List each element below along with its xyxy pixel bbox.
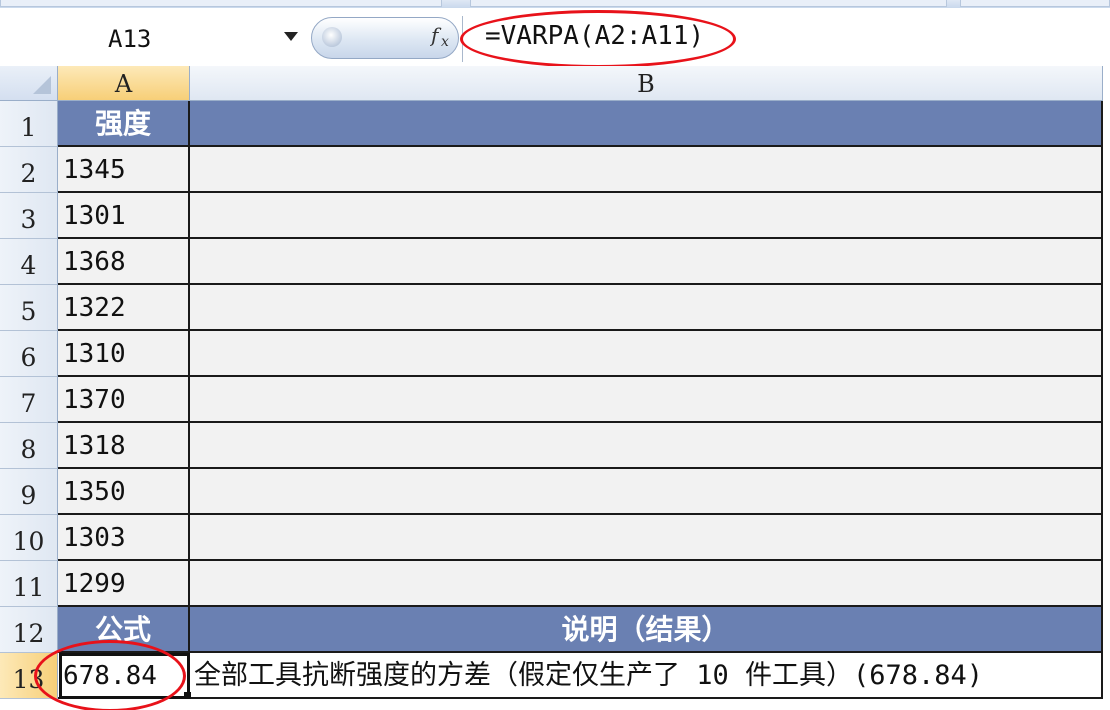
cell-a13[interactable]: 678.84 <box>58 653 190 699</box>
cell-b9[interactable] <box>190 469 1103 515</box>
formula-controls: f x <box>311 17 459 59</box>
insert-function-icon[interactable]: f x <box>429 22 456 56</box>
name-box[interactable]: A13 <box>0 16 305 62</box>
cell-a8[interactable]: 1318 <box>58 423 190 469</box>
cell-a9[interactable]: 1350 <box>58 469 190 515</box>
cell-a7[interactable]: 1370 <box>58 377 190 423</box>
cell-a12[interactable]: 公式 <box>58 607 190 653</box>
row-header-10[interactable]: 10 <box>0 515 58 561</box>
column-header-b[interactable]: B <box>190 66 1103 101</box>
ribbon-edge <box>0 0 1110 8</box>
chevron-down-icon[interactable] <box>284 32 298 41</box>
cell-b3[interactable] <box>190 193 1103 239</box>
cell-a2[interactable]: 1345 <box>58 147 190 193</box>
cell-b5[interactable] <box>190 285 1103 331</box>
cell-a6[interactable]: 1310 <box>58 331 190 377</box>
row-header-7[interactable]: 7 <box>0 377 58 423</box>
cell-a3[interactable]: 1301 <box>58 193 190 239</box>
cell-a11[interactable]: 1299 <box>58 561 190 607</box>
cell-b1[interactable] <box>190 101 1103 147</box>
resize-handle-icon[interactable] <box>322 27 342 47</box>
cell-b11[interactable] <box>190 561 1103 607</box>
cell-b10[interactable] <box>190 515 1103 561</box>
cell-a10[interactable]: 1303 <box>58 515 190 561</box>
row-header-1[interactable]: 1 <box>0 101 58 147</box>
row-header-13[interactable]: 13 <box>0 653 58 699</box>
formula-input[interactable]: =VARPA(A2:A11) <box>485 21 704 51</box>
cell-b7[interactable] <box>190 377 1103 423</box>
cell-b4[interactable] <box>190 239 1103 285</box>
spreadsheet-app: A13 f x =VARPA(A2:A11) A B 1 强度 2 1345 3 1301… <box>0 0 1110 710</box>
column-header-a[interactable]: A <box>58 66 190 101</box>
formula-bar: A13 f x =VARPA(A2:A11) <box>0 8 1110 68</box>
window-edge <box>1103 66 1110 710</box>
row-header-3[interactable]: 3 <box>0 193 58 239</box>
cell-a4[interactable]: 1368 <box>58 239 190 285</box>
row-header-5[interactable]: 5 <box>0 285 58 331</box>
cell-b2[interactable] <box>190 147 1103 193</box>
cell-b12[interactable]: 说明（结果） <box>190 607 1103 653</box>
row-header-6[interactable]: 6 <box>0 331 58 377</box>
cell-a1[interactable]: 强度 <box>58 101 190 147</box>
row-header-11[interactable]: 11 <box>0 561 58 607</box>
cell-b6[interactable] <box>190 331 1103 377</box>
svg-text:x: x <box>441 34 449 50</box>
name-box-value: A13 <box>108 25 152 53</box>
row-header-12[interactable]: 12 <box>0 607 58 653</box>
cell-b13[interactable]: 全部工具抗断强度的方差（假定仅生产了 10 件工具）(678.84) <box>190 653 1103 699</box>
cell-b8[interactable] <box>190 423 1103 469</box>
select-all-button[interactable] <box>0 66 58 101</box>
divider <box>462 16 463 62</box>
row-header-8[interactable]: 8 <box>0 423 58 469</box>
fx-icon: f x <box>429 23 449 50</box>
row-header-4[interactable]: 4 <box>0 239 58 285</box>
row-header-9[interactable]: 9 <box>0 469 58 515</box>
fill-handle[interactable] <box>184 692 191 699</box>
row-header-2[interactable]: 2 <box>0 147 58 193</box>
select-all-icon <box>33 76 51 94</box>
cell-a5[interactable]: 1322 <box>58 285 190 331</box>
